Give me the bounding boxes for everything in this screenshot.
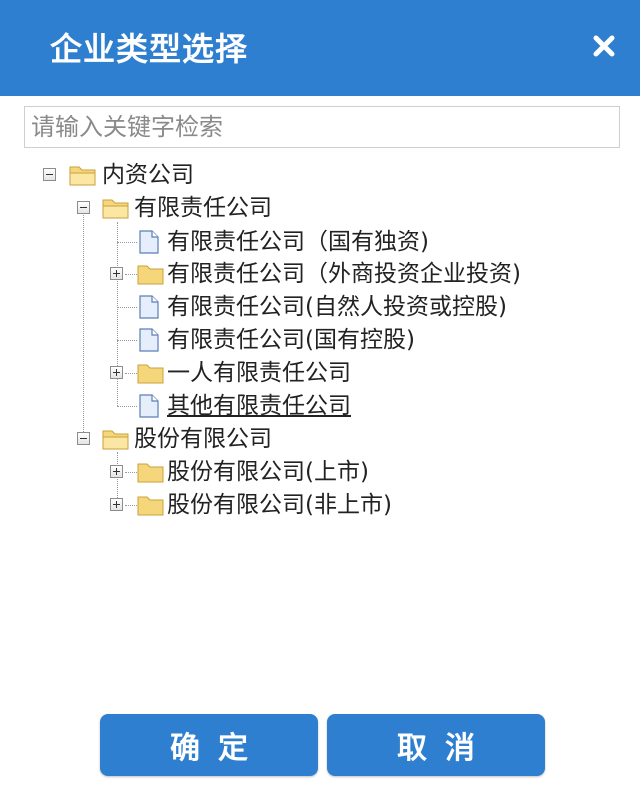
tree-node-llc: 有限责任公司	[0, 193, 640, 223]
expand-toggle-icon[interactable]	[110, 267, 123, 280]
tree-label[interactable]: 其他有限责任公司	[167, 391, 351, 421]
tree-node-llc-state-owned: 有限责任公司（国有独资)	[0, 227, 640, 257]
cancel-button[interactable]: 取消	[327, 714, 545, 776]
tree-node-llc-state-controlled: 有限责任公司(国有控股)	[0, 325, 640, 355]
folder-icon	[137, 496, 164, 516]
tree-label[interactable]: 有限责任公司（外商投资企业投资)	[167, 259, 521, 289]
expand-toggle-icon[interactable]	[110, 498, 123, 511]
tree-node-domestic: 内资公司	[0, 160, 640, 190]
file-icon	[139, 295, 159, 319]
expand-toggle-icon[interactable]	[110, 366, 123, 379]
tree-label[interactable]: 股份有限公司(非上市)	[167, 490, 392, 520]
tree-label[interactable]: 一人有限责任公司	[167, 358, 351, 388]
file-icon	[139, 230, 159, 254]
folder-open-icon	[69, 166, 96, 186]
confirm-button[interactable]: 确定	[100, 714, 318, 776]
category-tree: 内资公司 有限责任公司 有限责任公司（国有独资) 有限责任公司（外商投资企业投资…	[0, 0, 640, 700]
collapse-toggle-icon[interactable]	[77, 201, 90, 214]
folder-icon	[137, 364, 164, 384]
folder-icon	[137, 463, 164, 483]
tree-node-llc-other: 其他有限责任公司	[0, 391, 640, 421]
tree-label[interactable]: 有限责任公司	[134, 193, 272, 223]
tree-node-joint-stock: 股份有限公司	[0, 424, 640, 454]
tree-label[interactable]: 有限责任公司(国有控股)	[167, 325, 415, 355]
tree-label[interactable]: 股份有限公司	[134, 424, 272, 454]
collapse-toggle-icon[interactable]	[77, 432, 90, 445]
collapse-toggle-icon[interactable]	[43, 168, 56, 181]
tree-node-jsc-unlisted: 股份有限公司(非上市)	[0, 490, 640, 520]
file-icon	[139, 394, 159, 418]
tree-node-llc-natural-person: 有限责任公司(自然人投资或控股)	[0, 292, 640, 322]
expand-toggle-icon[interactable]	[110, 465, 123, 478]
tree-node-jsc-listed: 股份有限公司(上市)	[0, 457, 640, 487]
tree-label[interactable]: 有限责任公司(自然人投资或控股)	[167, 292, 507, 322]
folder-open-icon	[102, 430, 129, 450]
tree-label[interactable]: 有限责任公司（国有独资)	[167, 227, 429, 257]
tree-label[interactable]: 内资公司	[102, 160, 194, 190]
tree-node-llc-foreign: 有限责任公司（外商投资企业投资)	[0, 259, 640, 289]
tree-label[interactable]: 股份有限公司(上市)	[167, 457, 369, 487]
tree-node-llc-one-person: 一人有限责任公司	[0, 358, 640, 388]
file-icon	[139, 328, 159, 352]
folder-open-icon	[102, 199, 129, 219]
folder-icon	[137, 265, 164, 285]
